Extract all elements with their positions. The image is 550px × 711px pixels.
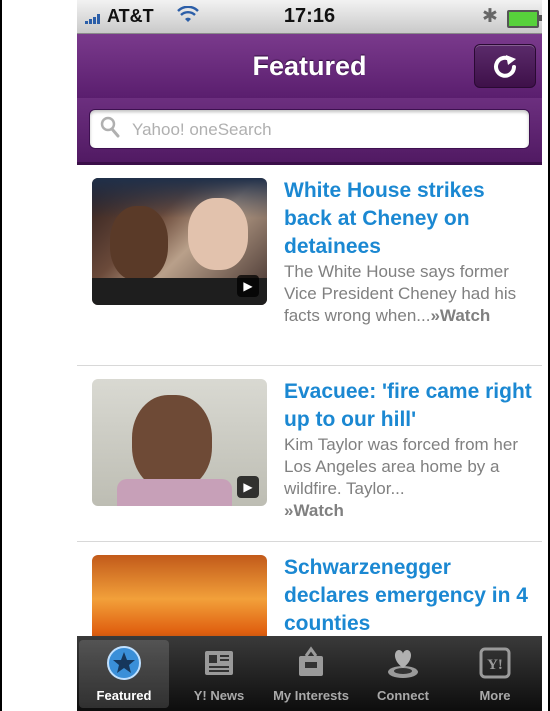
- refresh-button[interactable]: [474, 44, 536, 88]
- tab-bar: Featured Y! News My Interests Connect Y!…: [77, 636, 542, 711]
- newspaper-icon: [200, 644, 238, 682]
- page-title: Featured: [252, 51, 367, 81]
- watch-link[interactable]: »Watch: [430, 306, 490, 325]
- bluetooth-icon: ✱: [482, 6, 498, 27]
- video-play-icon: ▶: [237, 275, 259, 297]
- search-icon: [100, 116, 120, 144]
- phone-screen: AT&T 17:16 ✱ Featured Yahoo! oneSearch ▶…: [77, 0, 542, 711]
- watch-link[interactable]: »Watch: [284, 501, 344, 520]
- article-summary: The White House says former Vice Preside…: [284, 262, 517, 325]
- svg-text:Y!: Y!: [487, 657, 503, 673]
- news-thumbnail[interactable]: ▶: [92, 178, 267, 305]
- article-headline[interactable]: White House strikes back at Cheney on de…: [284, 177, 534, 261]
- video-play-icon: ▶: [237, 476, 259, 498]
- search-placeholder: Yahoo! oneSearch: [132, 120, 272, 139]
- tab-featured[interactable]: Featured: [79, 640, 169, 708]
- tab-label: More: [479, 688, 511, 703]
- news-feed: ▶ White House strikes back at Cheney on …: [77, 165, 542, 665]
- refresh-icon: [491, 49, 519, 82]
- search-bar: Yahoo! oneSearch: [77, 98, 542, 165]
- article-headline[interactable]: Evacuee: 'fire came right up to our hill…: [284, 378, 534, 434]
- inbox-icon: [292, 644, 330, 682]
- frame-border-left: [0, 0, 2, 711]
- tab-label: Y! News: [193, 688, 245, 703]
- tab-more[interactable]: Y! More: [450, 640, 540, 708]
- article-headline[interactable]: Schwarzenegger declares emergency in 4 c…: [284, 554, 534, 638]
- tab-connect[interactable]: Connect: [358, 640, 448, 708]
- navigation-bar: Featured: [77, 34, 542, 98]
- yahoo-icon: Y!: [476, 644, 514, 682]
- status-time: 17:16: [283, 5, 336, 27]
- status-bar: AT&T 17:16 ✱: [77, 0, 542, 34]
- tab-label: Featured: [96, 688, 152, 703]
- tab-label: Connect: [377, 688, 429, 703]
- news-item[interactable]: ▶ White House strikes back at Cheney on …: [77, 165, 542, 366]
- search-input[interactable]: Yahoo! oneSearch: [89, 109, 530, 149]
- news-thumbnail[interactable]: ▶: [92, 379, 267, 506]
- star-icon: [105, 644, 143, 682]
- connect-icon: [384, 644, 422, 682]
- battery-icon: [507, 10, 542, 28]
- tab-my-interests[interactable]: My Interests: [266, 640, 356, 708]
- tab-y-news[interactable]: Y! News: [174, 640, 264, 708]
- article-summary: Kim Taylor was forced from her Los Angel…: [284, 435, 518, 520]
- tab-label: My Interests: [273, 688, 349, 703]
- news-item[interactable]: ▶ Evacuee: 'fire came right up to our hi…: [77, 366, 542, 542]
